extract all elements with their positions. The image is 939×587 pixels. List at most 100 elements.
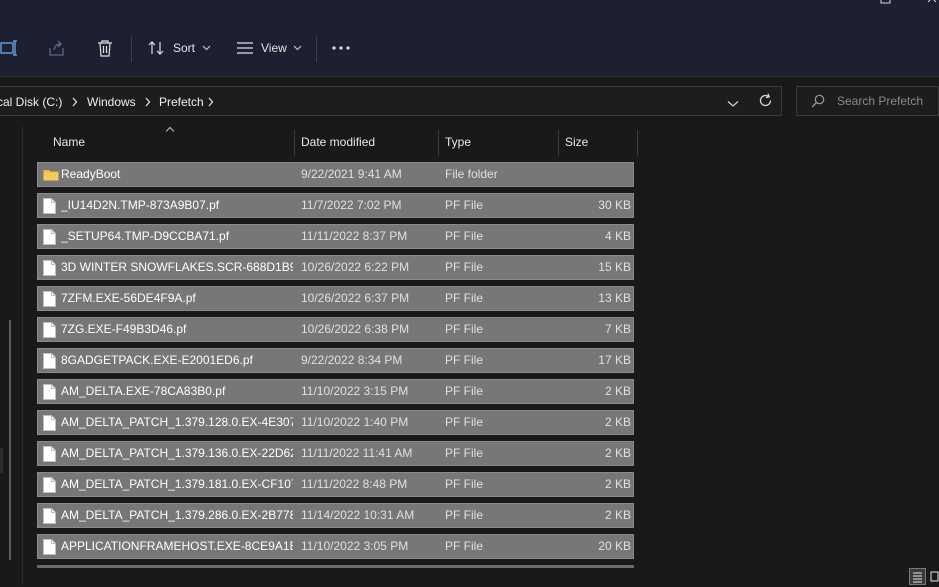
file-date-modified: 11/10/2022 3:05 PM [301, 539, 409, 553]
file-size: 2 KB [604, 508, 631, 522]
file-type: PF File [445, 477, 484, 491]
more-options-button[interactable] [331, 24, 351, 72]
navigation-scrollbar[interactable] [9, 320, 11, 560]
table-row[interactable]: AM_DELTA.EXE-78CA83B0.pf 11/10/2022 3:15 … [37, 379, 634, 404]
column-header: Name Date modified Type Size [37, 126, 639, 158]
file-type: PF File [445, 260, 484, 274]
file-icon [43, 260, 56, 279]
tiles-view-icon[interactable] [930, 568, 939, 586]
share-icon [49, 40, 64, 56]
file-icon [43, 415, 56, 434]
file-icon [43, 198, 56, 217]
sort-button[interactable]: Sort [148, 24, 214, 72]
table-row[interactable]: AM_DELTA_PATCH_1.379.128.0.EX-4E3076... 1… [37, 410, 634, 435]
table-row-partial[interactable] [37, 565, 634, 568]
column-size[interactable]: Size [565, 126, 588, 158]
file-size: 2 KB [604, 477, 631, 491]
file-size: 13 KB [598, 291, 631, 305]
file-date-modified: 10/26/2022 6:38 PM [301, 322, 410, 336]
file-name: AM_DELTA_PATCH_1.379.286.0.EX-2B778F... [61, 508, 293, 522]
file-name: AM_DELTA_PATCH_1.379.128.0.EX-4E3076... [61, 415, 293, 429]
search-input[interactable]: Search Prefetch [837, 87, 923, 115]
status-bar [909, 567, 939, 585]
address-dropdown-icon[interactable] [727, 97, 739, 111]
file-size: 30 KB [598, 198, 631, 212]
navigation-pane[interactable] [0, 126, 23, 585]
close-icon[interactable] [927, 0, 939, 6]
breadcrumb-prefetch[interactable]: Prefetch [159, 87, 204, 117]
file-type: PF File [445, 415, 484, 429]
file-name: AM_DELTA_PATCH_1.379.136.0.EX-22D62... [61, 446, 293, 460]
table-row[interactable]: APPLICATIONFRAMEHOST.EXE-8CE9A1E... 11/10… [37, 534, 634, 559]
file-name: 7ZG.EXE-F49B3D46.pf [61, 322, 187, 336]
file-type: PF File [445, 291, 484, 305]
column-name[interactable]: Name [53, 126, 85, 158]
chevron-right-icon[interactable] [207, 87, 215, 117]
chevron-right-icon[interactable] [144, 87, 152, 117]
file-type: PF File [445, 508, 484, 522]
file-name: 3D WINTER SNOWFLAKES.SCR-688D1B98... [61, 260, 293, 274]
share-button[interactable] [48, 24, 70, 72]
file-type: PF File [445, 384, 484, 398]
file-name: AM_DELTA.EXE-78CA83B0.pf [61, 384, 226, 398]
file-date-modified: 11/11/2022 8:48 PM [301, 477, 408, 491]
table-row[interactable]: AM_DELTA_PATCH_1.379.181.0.EX-CF107... 11… [37, 472, 634, 497]
file-type: File folder [445, 167, 498, 181]
view-label: View [261, 41, 287, 55]
rename-icon [0, 40, 17, 56]
file-date-modified: 9/22/2022 8:34 PM [301, 353, 403, 367]
view-button[interactable]: View [236, 24, 306, 72]
file-date-modified: 11/11/2022 11:41 AM [301, 446, 413, 460]
address-bar[interactable]: cal Disk (C:) Windows Prefetch [0, 86, 782, 116]
delete-button[interactable] [97, 24, 119, 72]
chevron-right-icon[interactable] [71, 87, 79, 117]
table-row[interactable]: 7ZFM.EXE-56DE4F9A.pf 10/26/2022 6:37 PM PF… [37, 286, 634, 311]
view-icon [237, 42, 253, 54]
column-type[interactable]: Type [445, 126, 471, 158]
file-date-modified: 9/22/2021 9:41 AM [301, 167, 402, 181]
column-divider[interactable] [558, 130, 559, 156]
file-size [559, 163, 631, 186]
column-divider[interactable] [438, 130, 439, 156]
rename-button[interactable] [0, 24, 22, 72]
folder-icon [43, 168, 59, 184]
breadcrumb-windows[interactable]: Windows [87, 87, 136, 117]
table-row[interactable]: 7ZG.EXE-F49B3D46.pf 10/26/2022 6:38 PM PF … [37, 317, 634, 342]
breadcrumb-local-disk[interactable]: cal Disk (C:) [0, 87, 62, 117]
table-row[interactable]: ReadyBoot 9/22/2021 9:41 AM File folder [37, 162, 634, 187]
file-name: _SETUP64.TMP-D9CCBA71.pf [61, 229, 230, 243]
file-size: 17 KB [598, 353, 631, 367]
table-row[interactable]: _IU14D2N.TMP-873A9B07.pf 11/7/2022 7:02 P… [37, 193, 634, 218]
file-icon [43, 322, 56, 341]
file-size: 2 KB [604, 446, 631, 460]
table-row[interactable]: 3D WINTER SNOWFLAKES.SCR-688D1B98... 10/2… [37, 255, 634, 280]
file-name: ReadyBoot [61, 167, 121, 181]
file-name: 8GADGETPACK.EXE-E2001ED6.pf [61, 353, 253, 367]
file-date-modified: 11/10/2022 3:15 PM [301, 384, 409, 398]
column-date-modified[interactable]: Date modified [301, 126, 375, 158]
column-divider[interactable] [637, 130, 638, 156]
file-icon [43, 353, 56, 372]
title-bar [0, 0, 939, 24]
refresh-icon[interactable] [758, 93, 773, 111]
details-view-icon[interactable] [909, 568, 926, 585]
column-divider[interactable] [294, 130, 295, 156]
file-type: PF File [445, 353, 484, 367]
file-icon [43, 477, 56, 496]
table-row[interactable]: 8GADGETPACK.EXE-E2001ED6.pf 9/22/2022 8:3… [37, 348, 634, 373]
toolbar-separator [316, 36, 317, 62]
sort-label: Sort [173, 41, 196, 55]
table-row[interactable]: AM_DELTA_PATCH_1.379.286.0.EX-2B778F... 1… [37, 503, 634, 528]
file-date-modified: 11/11/2022 8:37 PM [301, 229, 408, 243]
file-type: PF File [445, 229, 484, 243]
command-bar: Sort View [0, 24, 939, 77]
table-row[interactable]: AM_DELTA_PATCH_1.379.136.0.EX-22D62... 11… [37, 441, 634, 466]
toolbar-separator [131, 36, 132, 62]
maximize-icon[interactable] [880, 0, 892, 6]
file-icon [43, 384, 56, 403]
file-size: 2 KB [604, 415, 631, 429]
file-size: 20 KB [598, 539, 631, 553]
file-type: PF File [445, 198, 484, 212]
table-row[interactable]: _SETUP64.TMP-D9CCBA71.pf 11/11/2022 8:37 … [37, 224, 634, 249]
search-box[interactable]: Search Prefetch [796, 86, 939, 116]
